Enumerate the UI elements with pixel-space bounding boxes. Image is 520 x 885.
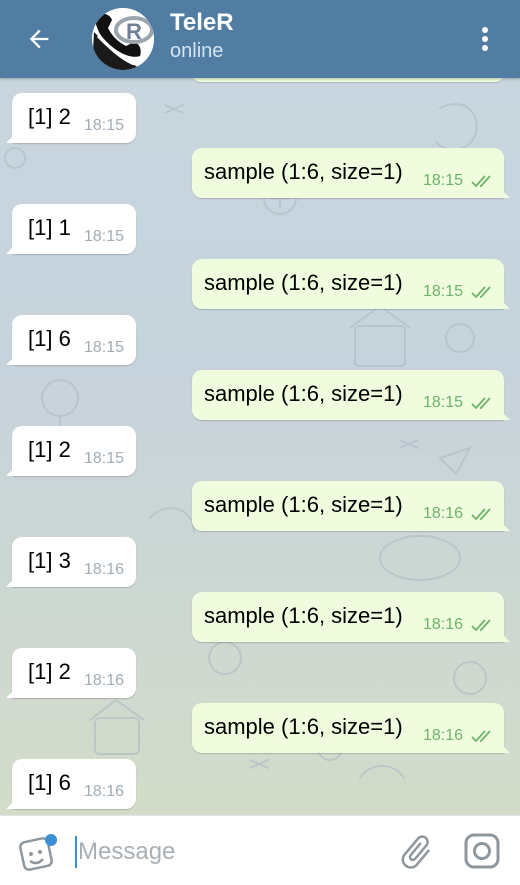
double-check-icon <box>471 286 491 299</box>
double-check-icon <box>471 175 491 188</box>
double-check-icon <box>471 730 491 743</box>
arrow-left-icon <box>29 29 49 49</box>
outgoing-message[interactable]: sample (1:6, size=1) 18:16 <box>192 481 510 531</box>
message-time: 18:15 <box>84 117 125 134</box>
message-input[interactable] <box>78 834 378 870</box>
message-text: [1] 1 <box>28 215 71 240</box>
chat-status: online <box>170 40 224 62</box>
outgoing-message[interactable]: sample (1:6, size=1) 18:15 <box>192 148 510 198</box>
message-text: sample (1:6, size=1) <box>204 714 403 739</box>
incoming-message[interactable]: [1] 2 18:15 <box>6 426 136 476</box>
double-check-icon <box>471 397 491 410</box>
chat-header: R TeleR online <box>0 0 520 78</box>
message-list[interactable]: [1] 2 18:15 sample (1:6, size=1) 18:15 [… <box>0 78 520 815</box>
message-time: 18:15 <box>423 283 464 300</box>
message-text: [1] 6 <box>28 770 71 795</box>
incoming-message[interactable]: [1] 6 18:16 <box>6 759 136 809</box>
outgoing-message[interactable]: sample (1:6, size=1) 18:15 <box>192 259 510 309</box>
incoming-message[interactable]: [1] 2 18:16 <box>6 648 136 698</box>
more-vertical-icon <box>482 27 488 51</box>
svg-text:R: R <box>126 19 142 44</box>
outgoing-message[interactable]: sample (1:6, size=1) 18:16 <box>192 703 510 753</box>
message-text: [1] 2 <box>28 104 71 129</box>
incoming-message[interactable]: [1] 1 18:15 <box>6 204 136 254</box>
double-check-icon <box>471 619 491 632</box>
message-time: 18:15 <box>423 394 464 411</box>
outgoing-message[interactable]: sample (1:6, size=1) 18:15 <box>192 370 510 420</box>
message-time: 18:16 <box>423 505 464 522</box>
message-text: [1] 3 <box>28 548 71 573</box>
message-text: sample (1:6, size=1) <box>204 159 403 184</box>
chat-title: TeleR <box>170 9 234 36</box>
instagram-camera-icon <box>464 833 500 869</box>
previous-message-edge <box>192 78 504 82</box>
attach-button[interactable] <box>396 832 436 872</box>
message-text: sample (1:6, size=1) <box>204 603 403 628</box>
message-time: 18:16 <box>84 561 125 578</box>
message-text: sample (1:6, size=1) <box>204 270 403 295</box>
double-check-icon <box>471 508 491 521</box>
message-time: 18:16 <box>423 727 464 744</box>
message-time: 18:15 <box>84 450 125 467</box>
incoming-message[interactable]: [1] 2 18:15 <box>6 93 136 143</box>
message-time: 18:16 <box>84 672 125 689</box>
paperclip-icon <box>401 835 431 869</box>
title-block[interactable]: TeleR online <box>170 8 234 64</box>
camera-button[interactable] <box>462 831 502 871</box>
sticker-icon <box>19 834 57 871</box>
message-text: [1] 2 <box>28 437 71 462</box>
message-composer <box>0 815 520 885</box>
message-time: 18:15 <box>84 228 125 245</box>
message-text: [1] 6 <box>28 326 71 351</box>
sticker-button[interactable] <box>18 832 60 872</box>
message-time: 18:15 <box>423 172 464 189</box>
text-cursor <box>75 836 77 868</box>
avatar[interactable]: R <box>92 8 154 70</box>
message-time: 18:15 <box>84 339 125 356</box>
back-button[interactable] <box>0 0 78 78</box>
menu-button[interactable] <box>468 22 502 56</box>
message-text: sample (1:6, size=1) <box>204 381 403 406</box>
message-time: 18:16 <box>84 783 125 800</box>
message-text: sample (1:6, size=1) <box>204 492 403 517</box>
incoming-message[interactable]: [1] 6 18:15 <box>6 315 136 365</box>
message-text: [1] 2 <box>28 659 71 684</box>
r-logo-phone-icon: R <box>92 8 154 70</box>
outgoing-message[interactable]: sample (1:6, size=1) 18:16 <box>192 592 510 642</box>
incoming-message[interactable]: [1] 3 18:16 <box>6 537 136 587</box>
message-time: 18:16 <box>423 616 464 633</box>
